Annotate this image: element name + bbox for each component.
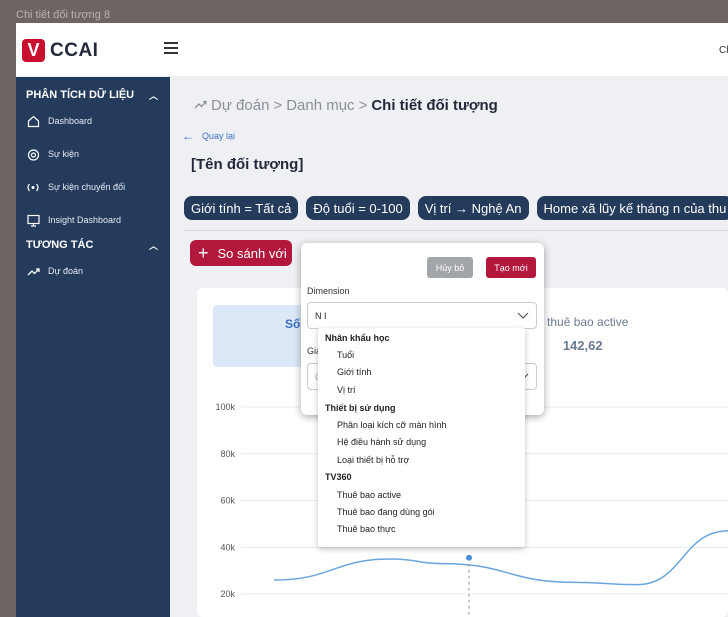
sidebar-item-label: Sự kiện chuyển đổi bbox=[48, 182, 126, 192]
y-tick-label: 60k bbox=[220, 496, 235, 506]
sidebar-item-label: Dashboard bbox=[48, 116, 93, 126]
object-title: [Tên đối tượng] bbox=[191, 156, 304, 173]
back-label: Quay lại bbox=[202, 131, 236, 141]
compare-button[interactable]: + So sánh với bbox=[190, 240, 292, 266]
section-interaction[interactable]: TƯƠNG TÁC ︿ bbox=[26, 239, 162, 252]
create-button[interactable]: Tạo mới bbox=[486, 257, 536, 278]
sidebar: PHÂN TÍCH DỮ LIỆU ︿ Dashboard Sự kiện Sự… bbox=[16, 77, 170, 617]
dropdown-group-demographics: Nhân khẩu học bbox=[325, 333, 390, 343]
dropdown-group-devices: Thiết bị sử dụng bbox=[325, 403, 396, 413]
dropdown-option[interactable]: Phân loại kích cỡ màn hình bbox=[337, 420, 446, 430]
dropdown-option[interactable]: Giới tính bbox=[337, 367, 371, 377]
home-icon bbox=[26, 114, 40, 128]
dimension-select-value: N I bbox=[315, 310, 327, 321]
sidebar-item-prediction[interactable]: Dự đoán bbox=[26, 264, 83, 278]
section-analytics-label: PHÂN TÍCH DỮ LIỆU bbox=[26, 89, 135, 101]
trend-icon bbox=[194, 97, 208, 114]
y-tick-label: 20k bbox=[220, 589, 235, 599]
logo-text: CCAI bbox=[50, 39, 99, 61]
chevron-up-icon: ︿ bbox=[148, 91, 158, 101]
window-title: Chi tiết đối tượng 8 bbox=[16, 9, 111, 21]
dropdown-option[interactable]: Tuổi bbox=[337, 350, 354, 360]
dimension-dropdown: Nhân khẩu học Tuổi Giới tính Vị trí Thiế… bbox=[318, 328, 525, 547]
dropdown-option[interactable]: Thuê bao thực bbox=[337, 524, 396, 534]
sidebar-item-events[interactable]: Sự kiện bbox=[26, 147, 79, 161]
app-window: V CCAI Ch PHÂN TÍCH DỮ LIỆU ︿ Dashboard … bbox=[16, 23, 728, 617]
filter-chip-age[interactable]: Độ tuổi = 0-100 bbox=[306, 196, 410, 220]
chevron-down-icon bbox=[517, 309, 529, 323]
breadcrumb-current: Chi tiết đối tượng bbox=[371, 97, 498, 114]
logo[interactable]: V CCAI bbox=[22, 39, 98, 62]
filter-chip-gender[interactable]: Giới tính = Tất cả bbox=[184, 196, 299, 220]
dimension-label: Dimension bbox=[307, 286, 350, 296]
logo-mark: V bbox=[22, 39, 45, 62]
filter-chips: Giới tính = Tất cả Độ tuổi = 0-100 Vị tr… bbox=[184, 196, 728, 220]
y-tick-label: 40k bbox=[220, 542, 235, 552]
compare-button-label: So sánh với bbox=[217, 245, 287, 261]
section-interaction-label: TƯƠNG TÁC bbox=[26, 239, 94, 251]
sidebar-item-dashboard[interactable]: Dashboard bbox=[26, 114, 92, 128]
dimension-select[interactable]: N I bbox=[307, 302, 537, 329]
top-bar: V CCAI Ch bbox=[16, 23, 728, 77]
sidebar-item-insight-dashboard[interactable]: Insight Dashboard bbox=[26, 213, 121, 227]
y-tick-label: 80k bbox=[220, 449, 235, 459]
breadcrumb-catalog[interactable]: Danh mục bbox=[286, 97, 354, 114]
user-label[interactable]: Ch bbox=[719, 45, 728, 56]
arrow-left-icon: ← bbox=[182, 129, 194, 143]
filter-chip-location[interactable]: Vị trí → Nghệ An bbox=[417, 196, 529, 220]
breadcrumb-separator: > bbox=[273, 97, 283, 114]
breadcrumb-separator: > bbox=[358, 97, 368, 114]
dropdown-option[interactable]: Hệ điều hành sử dụng bbox=[337, 437, 426, 447]
sidebar-item-label: Insight Dashboard bbox=[48, 215, 122, 225]
trend-icon bbox=[26, 264, 40, 278]
breadcrumb: Dự đoán > Danh mục > Chi tiết đối tượng bbox=[194, 97, 498, 114]
cancel-button[interactable]: Hủy bỏ bbox=[427, 257, 473, 278]
dropdown-option[interactable]: Loại thiết bị hỗ trợ bbox=[337, 455, 409, 465]
broadcast-icon bbox=[26, 180, 40, 194]
section-analytics[interactable]: PHÂN TÍCH DỮ LIỆU ︿ bbox=[26, 89, 162, 102]
filter-chip-home-commune[interactable]: Home xã lũy kế tháng n của thu bbox=[536, 196, 728, 220]
sidebar-item-label: Sự kiện bbox=[48, 149, 80, 159]
dropdown-option[interactable]: Thuê bao active bbox=[337, 490, 401, 500]
divider bbox=[184, 230, 728, 231]
y-tick-label: 100k bbox=[215, 402, 235, 412]
hamburger-menu-icon[interactable] bbox=[164, 42, 178, 56]
sidebar-item-label: Dự đoán bbox=[48, 266, 84, 276]
monitor-icon bbox=[26, 213, 40, 227]
sidebar-item-conversion-events[interactable]: Sự kiện chuyển đổi bbox=[26, 180, 125, 194]
dropdown-group-tv360: TV360 bbox=[325, 472, 352, 482]
data-point[interactable] bbox=[465, 553, 473, 562]
chevron-up-icon: ︿ bbox=[148, 241, 158, 251]
dropdown-option[interactable]: Thuê bao đang dùng gói bbox=[337, 507, 435, 517]
back-link[interactable]: ← Quay lại bbox=[182, 129, 235, 143]
breadcrumb-prediction[interactable]: Dự đoán bbox=[211, 97, 269, 114]
target-icon bbox=[26, 147, 40, 161]
plus-icon: + bbox=[198, 243, 209, 263]
dropdown-option[interactable]: Vị trí bbox=[337, 385, 356, 395]
